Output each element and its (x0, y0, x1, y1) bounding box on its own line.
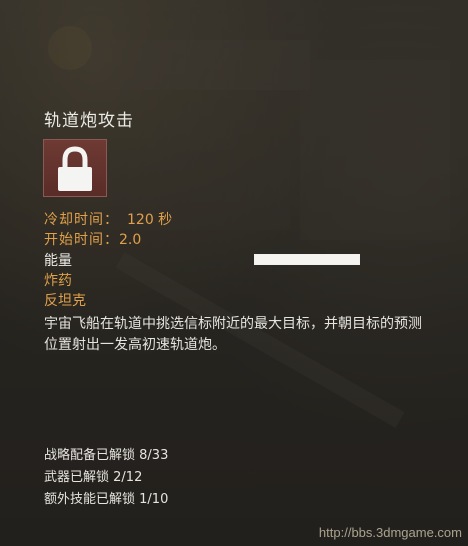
ability-title: 轨道炮攻击 (44, 111, 134, 131)
site-watermark: http://bbs.3dmgame.com (318, 525, 462, 540)
extra-skills-unlock-label: 额外技能已解锁 (44, 492, 136, 507)
start-time-value: 2.0 (119, 232, 142, 248)
ability-item-explosive: 炸药 (44, 273, 72, 289)
extra-skills-unlock-value: 1/10 (139, 492, 169, 507)
energy-label: 能量 (44, 253, 72, 269)
energy-bar-fill (255, 255, 359, 264)
start-time-label: 开始时间： (44, 232, 119, 248)
strategic-unlock-value: 8/33 (139, 448, 169, 463)
extra-skills-unlock-stat: 额外技能已解锁 1/10 (44, 488, 168, 507)
weapons-unlock-label: 武器已解锁 (44, 470, 110, 485)
cooldown-label: 冷却时间： (44, 212, 119, 228)
strategic-unlock-stat: 战略配备已解锁 8/33 (44, 444, 168, 463)
ability-description: 宇宙飞船在轨道中挑选信标附近的最大目标，并朝目标的预测位置射出一发高初速轨道炮。 (44, 316, 422, 353)
ability-icon-box (43, 139, 107, 197)
strategic-unlock-label: 战略配备已解锁 (44, 448, 136, 463)
energy-bar (254, 254, 360, 265)
cooldown-stat: 冷却时间： 120 秒 (44, 209, 172, 229)
cooldown-value: 120 秒 (127, 212, 173, 228)
lock-icon (58, 146, 92, 191)
weapons-unlock-stat: 武器已解锁 2/12 (44, 466, 142, 485)
weapons-unlock-value: 2/12 (113, 470, 143, 485)
ability-item-antitank: 反坦克 (44, 293, 86, 309)
start-time-stat: 开始时间：2.0 (44, 229, 141, 249)
